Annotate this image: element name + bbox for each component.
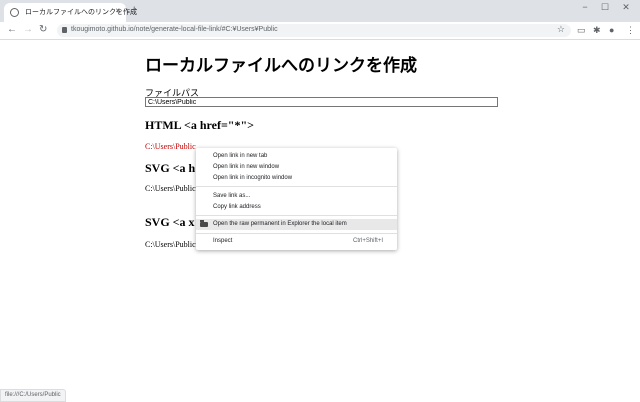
minimize-button[interactable]: − — [575, 2, 595, 12]
menu-open-in-explorer[interactable]: Open the raw permanent in Explorer the l… — [196, 219, 397, 230]
menu-inspect[interactable]: Inspect Ctrl+Shift+I — [196, 236, 397, 247]
menu-icon[interactable]: ⋮ — [626, 26, 635, 35]
menu-copy-link-address[interactable]: Copy link address — [196, 202, 397, 213]
extensions-icon[interactable]: ✱ — [593, 26, 601, 35]
inspect-shortcut: Ctrl+Shift+I — [352, 238, 383, 244]
active-tab[interactable]: ローカルファイルへのリンクを作成 × — [4, 3, 137, 22]
status-bar: file:///C:/Users/Public — [0, 389, 66, 402]
media-icon[interactable]: ▭ — [577, 26, 586, 35]
html-heading: HTML <a href="*"> — [145, 118, 254, 132]
menu-open-incognito[interactable]: Open link in incognito window — [196, 173, 397, 184]
folder-icon — [200, 220, 208, 227]
reload-button[interactable]: ↻ — [39, 25, 47, 35]
html-link[interactable]: C:\Users\Public — [145, 142, 196, 151]
window-close-button[interactable]: ✕ — [616, 2, 636, 13]
menu-separator — [196, 215, 397, 216]
back-button[interactable]: ← — [7, 25, 17, 35]
forward-button[interactable]: → — [23, 25, 33, 35]
menu-open-new-tab[interactable]: Open link in new tab — [196, 151, 397, 162]
menu-open-new-window[interactable]: Open link in new window — [196, 162, 397, 173]
address-bar[interactable]: tkougimoto.github.io/note/generate-local… — [57, 24, 571, 37]
new-tab-button[interactable]: + — [131, 4, 137, 16]
menu-separator — [196, 233, 397, 234]
path-input[interactable] — [145, 97, 498, 107]
profile-icon[interactable]: ● — [609, 26, 614, 35]
bookmark-star-icon[interactable]: ☆ — [557, 24, 565, 35]
page-title: ローカルファイルへのリンクを作成 — [145, 56, 417, 75]
context-menu: Open link in new tab Open link in new wi… — [196, 148, 397, 250]
browser-toolbar: ← → ↻ tkougimoto.github.io/note/generate… — [0, 22, 640, 40]
url-text[interactable]: tkougimoto.github.io/note/generate-local… — [71, 26, 278, 33]
close-icon[interactable]: × — [115, 6, 120, 15]
maximize-button[interactable]: ☐ — [595, 2, 615, 13]
tab-strip: ローカルファイルへのリンクを作成 × + − ☐ ✕ — [0, 0, 640, 22]
menu-save-link-as[interactable]: Save link as... — [196, 191, 397, 202]
globe-icon — [10, 8, 19, 17]
tab-title: ローカルファイルへのリンクを作成 — [25, 9, 137, 16]
menu-separator — [196, 186, 397, 187]
lock-icon[interactable] — [62, 27, 67, 33]
